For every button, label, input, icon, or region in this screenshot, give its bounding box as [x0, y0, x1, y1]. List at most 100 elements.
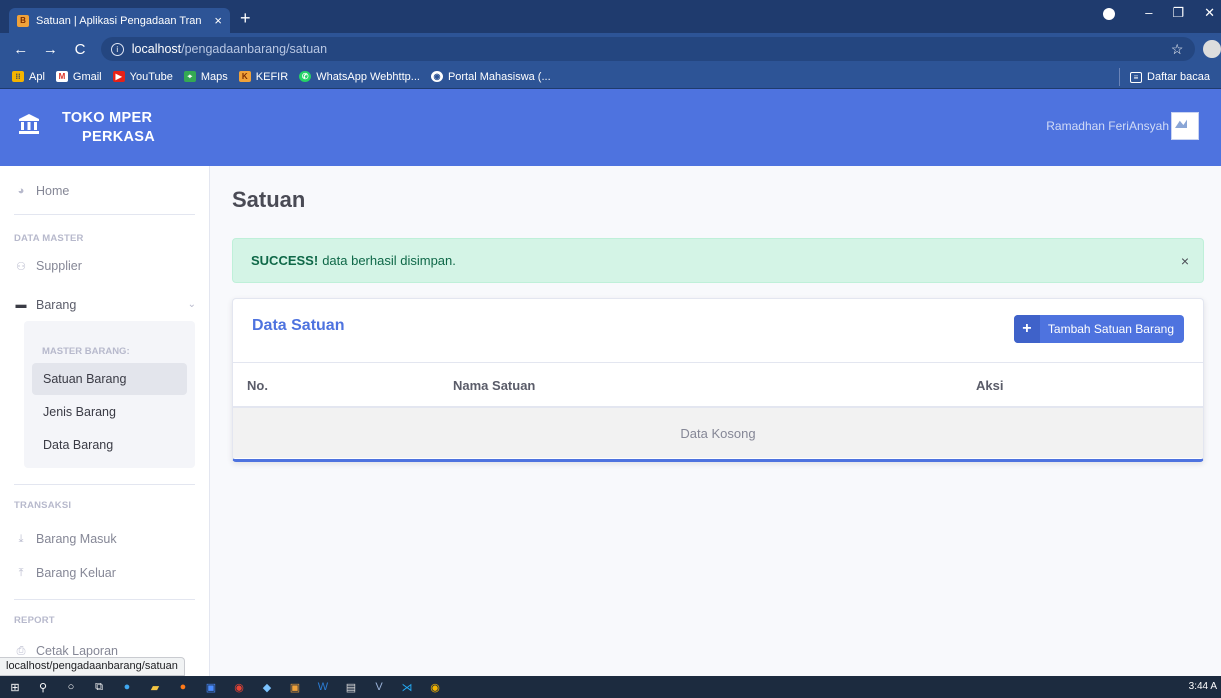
word-icon[interactable]: W	[316, 680, 330, 694]
edge-icon[interactable]: ●	[120, 680, 134, 694]
chrome-active-icon[interactable]: ◉	[428, 680, 442, 694]
status-url-tooltip: localhost/pengadaanbarang/satuan	[0, 657, 185, 676]
barang-submenu: MASTER BARANG: Satuan Barang Jenis Baran…	[24, 321, 195, 468]
bookmark-kefir[interactable]: K KEFIR	[238, 71, 288, 83]
virtualbox-icon[interactable]: V	[372, 680, 386, 694]
tab-favicon-icon: B	[17, 14, 29, 27]
url-path: /pengadaanbarang/satuan	[181, 42, 328, 56]
bookmarks-bar: ⁝⁝ Apl M Gmail ▶ YouTube ⌖ Maps K KEFIR …	[0, 65, 1221, 89]
data-satuan-card: Data Satuan + Tambah Satuan Barang No. N…	[232, 298, 1204, 462]
tab-close-icon[interactable]: ×	[214, 13, 222, 28]
profile-avatar-icon[interactable]	[1203, 40, 1221, 58]
bookmark-youtube[interactable]: ▶ YouTube	[112, 70, 173, 83]
app-icon[interactable]: ▣	[204, 680, 218, 694]
sidebar-item-barang-keluar[interactable]: ⤒ Barang Keluar	[14, 566, 116, 580]
sidebar-heading-transaksi: TRANSAKSI	[14, 500, 72, 511]
bookmark-star-icon[interactable]: ☆	[1171, 41, 1184, 58]
bookmark-label: Portal Mahasiswa (...	[447, 70, 551, 83]
download-icon: ⤓	[18, 532, 24, 545]
sidebar-item-label: Cetak Laporan	[36, 644, 119, 658]
sidebar-divider	[14, 484, 195, 485]
maps-icon: ⌖	[183, 71, 196, 82]
sidebar-item-barang-masuk[interactable]: ⤓ Barang Masuk	[14, 532, 117, 546]
sidebar-heading-report: REPORT	[14, 615, 55, 626]
os-taskbar: ⊞ ⚲ ○ ⧉ ● ▰ ● ▣ ◉ ◆ ▣ W ▤ V ⋊ ◉ 3:44 A	[0, 676, 1221, 698]
table-header: No. Nama Satuan Aksi	[233, 362, 1203, 408]
profile-indicator-icon[interactable]	[1103, 8, 1116, 20]
table-row-empty: Data Kosong	[233, 408, 1203, 458]
submenu-item-jenis-barang[interactable]: Jenis Barang	[32, 396, 187, 428]
sidebar-item-home[interactable]: ◕ Home	[14, 184, 70, 198]
bookmark-whatsapp[interactable]: ✆ WhatsApp Webhttp...	[299, 71, 420, 83]
bookmark-label: WhatsApp Webhttp...	[316, 70, 420, 83]
reading-list-button[interactable]: ≡ Daftar bacaa	[1119, 68, 1210, 86]
whatsapp-icon: ✆	[299, 71, 312, 82]
submenu-heading: MASTER BARANG:	[42, 346, 130, 357]
column-header-aksi: Aksi	[976, 378, 1004, 393]
gmail-icon: M	[55, 71, 68, 82]
restore-icon[interactable]: ❐	[1172, 5, 1184, 21]
chrome-icon[interactable]: ◉	[232, 680, 246, 694]
bookmark-portal[interactable]: ◉ Portal Mahasiswa (...	[430, 70, 551, 83]
bookmark-label: Maps	[200, 70, 228, 83]
back-arrow-icon[interactable]: ←	[12, 41, 30, 58]
close-window-icon[interactable]: ✕	[1204, 5, 1215, 21]
vscode-icon[interactable]: ⋊	[400, 680, 414, 694]
forward-arrow-icon[interactable]: →	[42, 41, 60, 58]
chevron-down-icon[interactable]: ⌄	[188, 299, 196, 310]
add-satuan-button[interactable]: + Tambah Satuan Barang	[1013, 315, 1184, 343]
site-info-icon[interactable]: i	[110, 42, 124, 56]
minimize-icon[interactable]: –	[1145, 5, 1152, 21]
user-avatar[interactable]	[1171, 112, 1199, 140]
git-icon[interactable]: ◆	[260, 680, 274, 694]
close-icon[interactable]: ×	[1181, 253, 1189, 269]
cortana-icon[interactable]: ○	[64, 680, 78, 694]
task-view-icon[interactable]: ⧉	[92, 680, 106, 694]
browser-tab[interactable]: B Satuan | Aplikasi Pengadaan Tran ×	[9, 8, 230, 33]
sidebar-item-supplier[interactable]: ⚇ Supplier	[14, 259, 82, 273]
url-input[interactable]: i localhost /pengadaanbarang/satuan ☆	[100, 37, 1196, 61]
apps-grid-icon: ⁝⁝	[12, 71, 24, 82]
plus-icon: +	[1013, 315, 1040, 343]
submenu-item-data-barang[interactable]: Data Barang	[32, 429, 187, 461]
sidebar-item-label: Supplier	[36, 259, 82, 273]
windows-start-icon[interactable]: ⊞	[8, 680, 22, 694]
institution-icon	[18, 113, 42, 142]
firefox-icon[interactable]: ●	[176, 680, 190, 694]
bookmark-label: YouTube	[129, 70, 173, 83]
new-tab-button[interactable]: +	[240, 8, 251, 28]
upload-icon: ⤒	[18, 566, 24, 579]
file-explorer-icon[interactable]: ▰	[148, 680, 162, 694]
window-controls: – ❐ ✕	[1103, 5, 1221, 21]
folder-icon: ▬	[15, 299, 27, 311]
url-host: localhost	[131, 42, 182, 56]
print-icon: ⎙	[16, 644, 26, 657]
bookmark-gmail[interactable]: M Gmail	[55, 71, 102, 83]
sidebar-item-label: Barang Masuk	[36, 532, 117, 546]
brand-link[interactable]: TOKO MPER PERKASA	[0, 89, 210, 166]
search-icon[interactable]: ⚲	[36, 680, 50, 694]
submenu-item-satuan-barang[interactable]: Satuan Barang	[32, 363, 187, 395]
alert-strong: SUCCESS!	[251, 253, 319, 268]
clock-time[interactable]: 3:44 A	[1189, 681, 1217, 692]
sidebar-item-label: Barang	[36, 298, 77, 312]
card-title: Data Satuan	[252, 317, 345, 334]
xampp-icon[interactable]: ▣	[288, 680, 302, 694]
address-bar-row: ← → C i localhost /pengadaanbarang/satua…	[0, 33, 1221, 65]
sidebar-item-cetak-laporan[interactable]: ⎙ Cetak Laporan	[14, 644, 118, 658]
sidebar-divider	[14, 214, 195, 215]
sidebar-item-barang[interactable]: ▬ Barang	[14, 298, 77, 312]
page-title: Satuan	[232, 187, 306, 212]
column-header-no: No.	[247, 378, 268, 393]
tab-title: Satuan | Aplikasi Pengadaan Tran	[36, 14, 202, 27]
add-button-label: Tambah Satuan Barang	[1047, 322, 1174, 336]
success-alert: SUCCESS! data berhasil disimpan. ×	[232, 238, 1204, 283]
bookmark-maps[interactable]: ⌖ Maps	[183, 70, 228, 83]
bookmark-apps[interactable]: ⁝⁝ Apl	[12, 71, 45, 83]
kefir-icon: K	[238, 71, 251, 82]
user-name[interactable]: Ramadhan FeriAnsyah	[1046, 119, 1169, 133]
notepad-icon[interactable]: ▤	[344, 680, 358, 694]
reload-icon[interactable]: C	[71, 41, 89, 58]
brand-line-1: TOKO MPER	[62, 109, 153, 126]
sidebar-item-label: Home	[36, 184, 70, 198]
